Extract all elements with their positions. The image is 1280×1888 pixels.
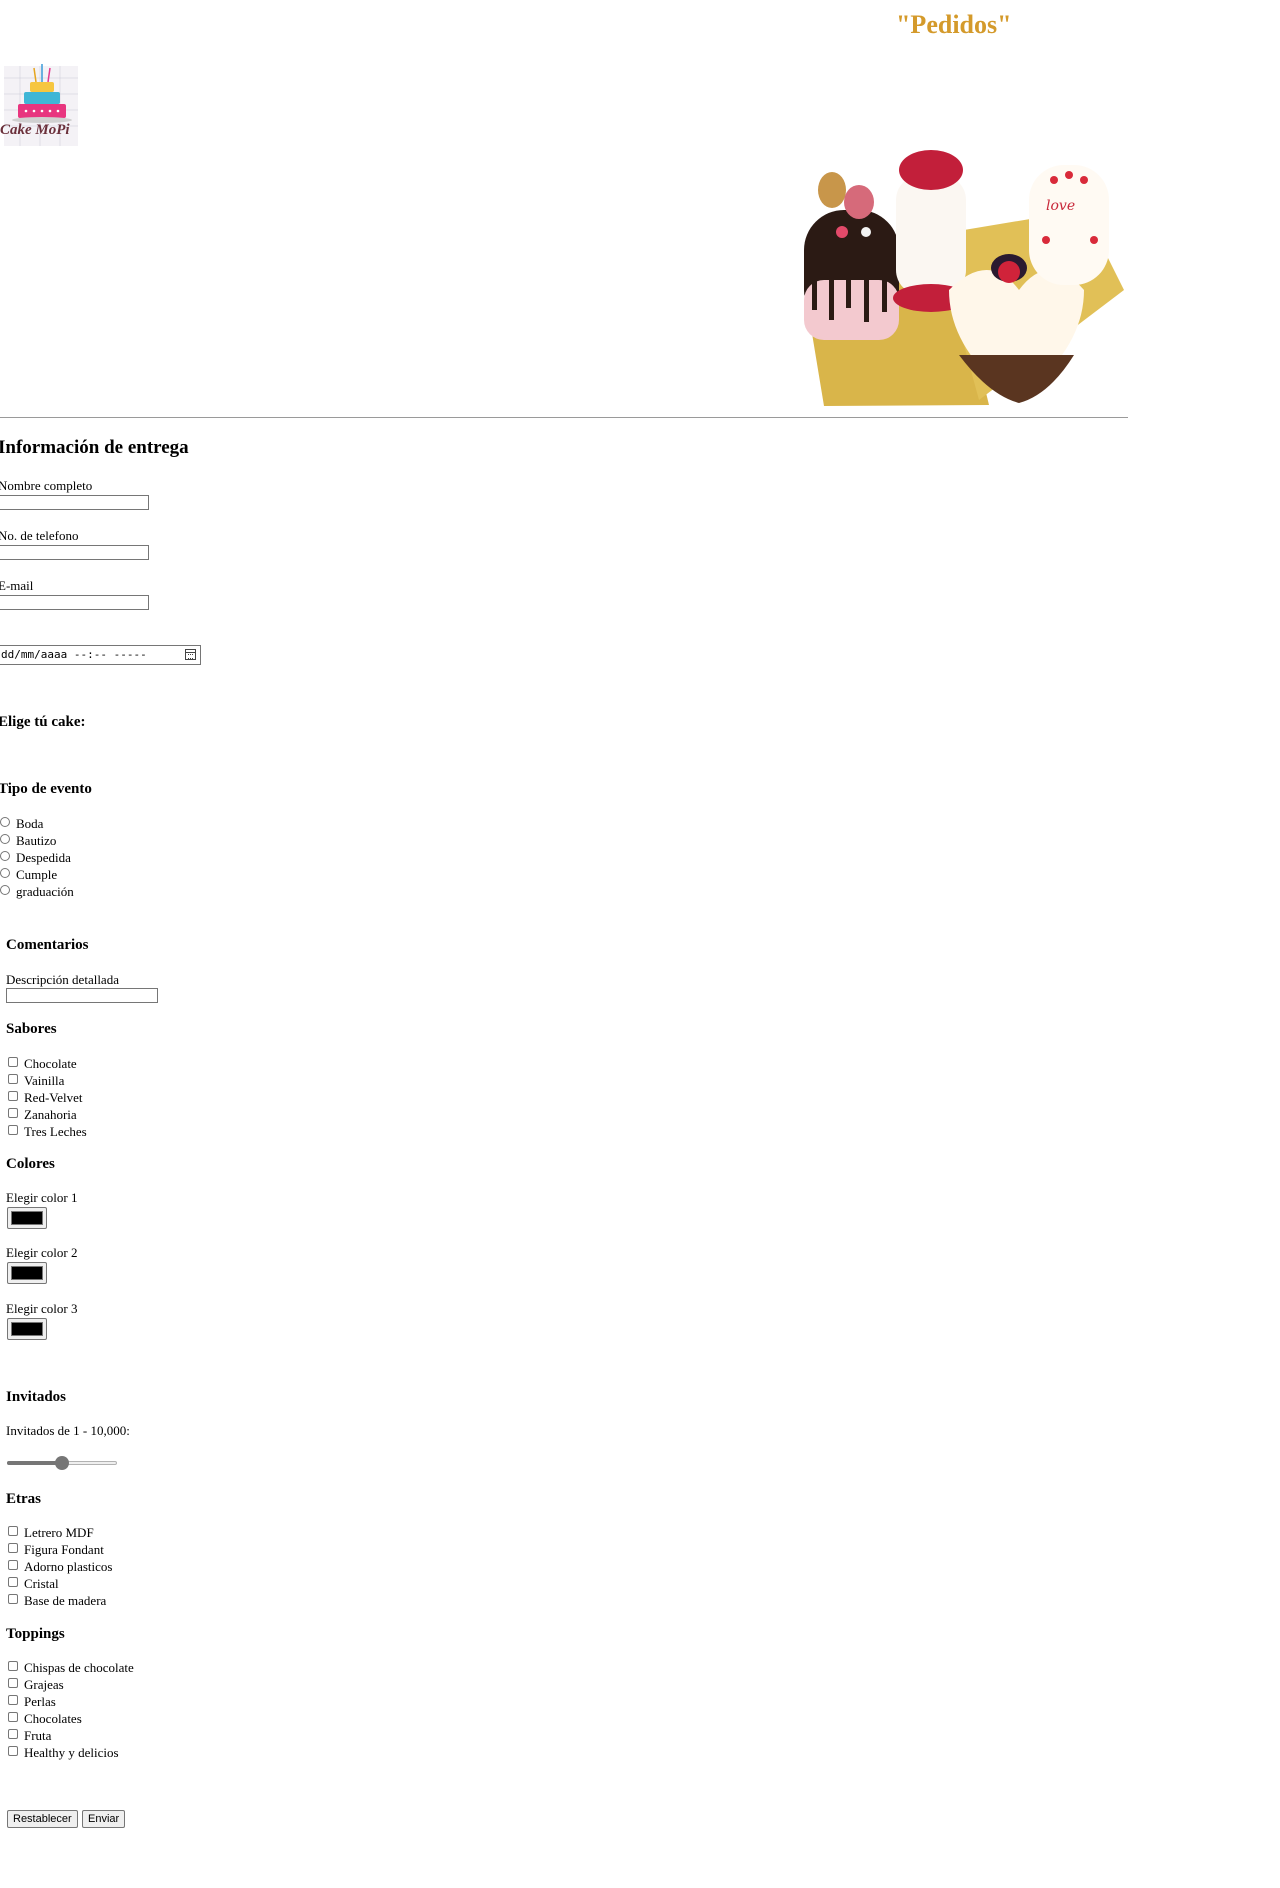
- topping-option-label: Fruta: [24, 1728, 52, 1743]
- checkbox[interactable]: [8, 1108, 18, 1118]
- color-1-label: Elegir color 1: [6, 1190, 78, 1205]
- slider-fill: [7, 1461, 62, 1465]
- radio-button[interactable]: [0, 868, 10, 878]
- topping-option-label: Chispas de chocolate: [24, 1660, 134, 1675]
- color-3-label: Elegir color 3: [6, 1301, 78, 1316]
- flavor-option-label: Zanahoria: [24, 1107, 77, 1122]
- checkbox[interactable]: [8, 1695, 18, 1705]
- checkbox[interactable]: [8, 1746, 18, 1756]
- extra-option-label: Figura Fondant: [24, 1542, 104, 1557]
- logo-text: Cake MoPi: [0, 122, 70, 138]
- flavor-option-label: Tres Leches: [24, 1124, 87, 1139]
- radio-button[interactable]: [0, 834, 10, 844]
- event-option-label: graduación: [16, 884, 74, 899]
- colors-heading: Colores: [6, 1156, 55, 1172]
- description-label: Descripción detallada: [6, 972, 119, 987]
- flavor-option-label: Vainilla: [24, 1073, 65, 1088]
- guests-slider[interactable]: [7, 1455, 117, 1471]
- event-heading: Tipo de evento: [0, 781, 92, 797]
- color-picker-2[interactable]: [7, 1262, 47, 1284]
- cakes-hero-image: love: [784, 140, 1124, 406]
- checkbox[interactable]: [8, 1526, 18, 1536]
- page-title: "Pedidos": [896, 10, 1012, 39]
- guests-heading: Invitados: [6, 1389, 67, 1405]
- event-option-label: Cumple: [16, 867, 58, 882]
- checkbox[interactable]: [8, 1125, 18, 1135]
- reset-button[interactable]: Restablecer: [7, 1810, 78, 1828]
- phone-label: No. de telefono: [0, 528, 79, 543]
- datetime-input[interactable]: dd/mm/aaaa --:-- -----: [0, 645, 201, 665]
- name-label: Nombre completo: [0, 478, 93, 493]
- calendar-icon[interactable]: [185, 649, 196, 660]
- checkbox[interactable]: [8, 1091, 18, 1101]
- checkbox[interactable]: [8, 1074, 18, 1084]
- slider-thumb[interactable]: [55, 1456, 69, 1470]
- delivery-heading: Información de entrega: [0, 437, 189, 458]
- submit-button[interactable]: Enviar: [82, 1810, 126, 1828]
- extra-option-label: Cristal: [24, 1576, 59, 1591]
- checkbox[interactable]: [8, 1577, 18, 1587]
- toppings-heading: Toppings: [6, 1626, 65, 1642]
- checkbox[interactable]: [8, 1729, 18, 1739]
- topping-option-label: Healthy y delicios: [24, 1745, 119, 1760]
- topping-option-label: Perlas: [24, 1694, 56, 1709]
- extra-option-label: Base de madera: [24, 1593, 107, 1608]
- checkbox[interactable]: [8, 1057, 18, 1067]
- color-swatch: [11, 1211, 43, 1225]
- event-option-label: Bautizo: [16, 833, 57, 848]
- checkbox[interactable]: [8, 1678, 18, 1688]
- checkbox[interactable]: [8, 1594, 18, 1604]
- comments-heading: Comentarios: [6, 937, 89, 953]
- color-picker-1[interactable]: [7, 1207, 47, 1229]
- flavor-option-label: Chocolate: [24, 1056, 77, 1071]
- checkbox[interactable]: [8, 1712, 18, 1722]
- radio-button[interactable]: [0, 885, 10, 895]
- color-swatch: [11, 1322, 43, 1336]
- description-input[interactable]: [6, 988, 158, 1003]
- color-2-label: Elegir color 2: [6, 1245, 78, 1260]
- radio-button[interactable]: [0, 851, 10, 861]
- color-picker-3[interactable]: [7, 1318, 47, 1340]
- event-option-label: Despedida: [16, 850, 71, 865]
- checkbox[interactable]: [8, 1661, 18, 1671]
- cake-heading: Elige tú cake:: [0, 714, 86, 730]
- name-input[interactable]: [0, 495, 149, 510]
- svg-text:love: love: [1046, 198, 1075, 214]
- color-swatch: [11, 1266, 43, 1280]
- guests-range-label: Invitados de 1 - 10,000:: [6, 1423, 130, 1438]
- email-label: E-mail: [0, 578, 34, 593]
- topping-option-label: Grajeas: [24, 1677, 64, 1692]
- extra-option-label: Letrero MDF: [24, 1525, 94, 1540]
- radio-button[interactable]: [0, 817, 10, 827]
- email-input[interactable]: [0, 595, 149, 610]
- checkbox[interactable]: [8, 1560, 18, 1570]
- flavor-option-label: Red-Velvet: [24, 1090, 83, 1105]
- extras-heading: Etras: [6, 1491, 41, 1507]
- datetime-placeholder: dd/mm/aaaa --:-- -----: [1, 648, 147, 661]
- event-option-label: Boda: [16, 816, 44, 831]
- extra-option-label: Adorno plasticos: [24, 1559, 113, 1574]
- phone-input[interactable]: [0, 545, 149, 560]
- flavors-heading: Sabores: [6, 1021, 57, 1037]
- topping-option-label: Chocolates: [24, 1711, 82, 1726]
- header-divider: [0, 417, 1128, 418]
- checkbox[interactable]: [8, 1543, 18, 1553]
